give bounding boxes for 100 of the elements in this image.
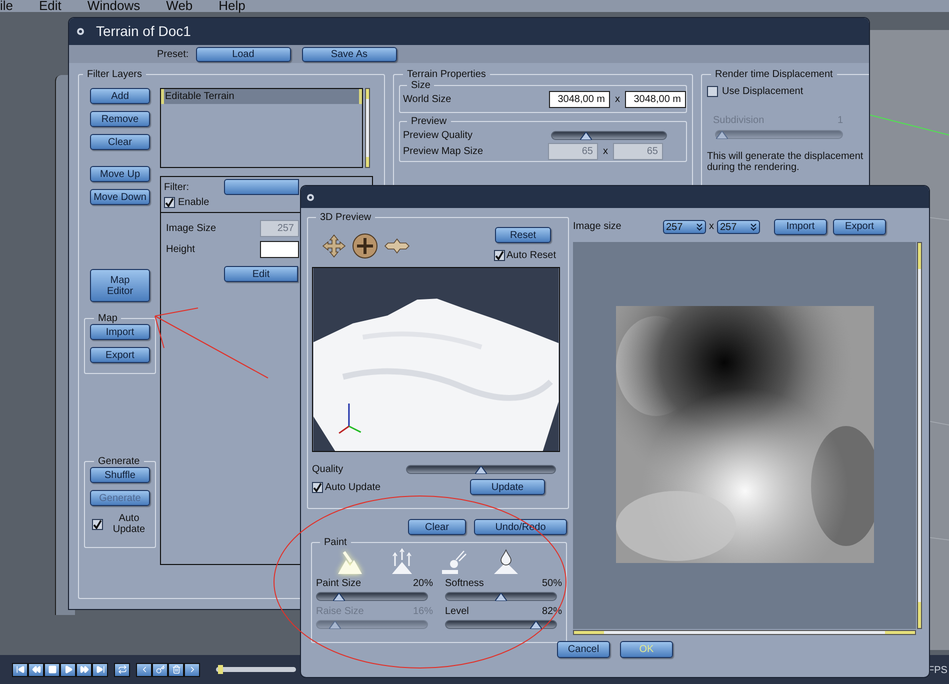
- group-title: 3D Preview: [319, 212, 372, 223]
- export-button[interactable]: Export: [90, 347, 150, 363]
- filter-label: Filter:: [164, 180, 190, 194]
- slider[interactable]: [406, 465, 556, 474]
- clear-button[interactable]: Clear: [408, 519, 466, 535]
- window-title: Terrain of Doc1: [96, 22, 191, 41]
- next-key-icon[interactable]: [184, 662, 200, 676]
- slider-thumb[interactable]: [333, 593, 345, 601]
- list-scrollbar[interactable]: [365, 88, 370, 168]
- group-title: Render time Displacement: [714, 69, 834, 80]
- slider-label: Level: [445, 606, 469, 618]
- auto-reset-checkbox[interactable]: [494, 250, 505, 261]
- menu-item[interactable]: Windows: [87, 0, 140, 12]
- slider[interactable]: [316, 592, 428, 601]
- menu-item[interactable]: Help: [218, 0, 246, 12]
- dropdown-chevron-icon[interactable]: [750, 222, 757, 230]
- move-arrows-icon[interactable]: [322, 234, 346, 258]
- timeline-track[interactable]: [216, 667, 296, 672]
- filter-dropdown[interactable]: [224, 179, 299, 195]
- use-displacement-checkbox[interactable]: [707, 86, 718, 97]
- quality-label: Quality: [312, 463, 344, 477]
- image-size-label: Image size: [573, 220, 622, 234]
- clear-button[interactable]: Clear: [90, 134, 150, 150]
- key-icon[interactable]: [152, 662, 168, 676]
- auto-update-checkbox[interactable]: [92, 518, 103, 530]
- displacement-note: This will generate the displacement during the rendering.: [707, 151, 864, 173]
- preview-quality-label: Preview Quality: [403, 128, 474, 142]
- add-button[interactable]: Add: [90, 88, 150, 104]
- vertical-scrollbar[interactable]: [917, 242, 922, 629]
- remove-button[interactable]: Remove: [90, 111, 150, 127]
- group-title: Preview: [410, 116, 448, 127]
- slider-thumb[interactable]: [475, 466, 487, 474]
- enable-label: Enable: [178, 196, 210, 210]
- export-button[interactable]: Export: [833, 218, 886, 234]
- update-button[interactable]: Update: [470, 479, 545, 495]
- group-title: Map: [97, 313, 118, 324]
- auto-update-label: Auto Update: [325, 480, 382, 494]
- skip-start-icon[interactable]: [12, 662, 28, 676]
- move-down-button[interactable]: Move Down: [90, 189, 150, 205]
- auto-update-label: Auto Update: [112, 513, 146, 535]
- import-button[interactable]: Import: [774, 218, 827, 234]
- rotate-icon[interactable]: [352, 233, 378, 259]
- times-sign: x: [708, 220, 715, 234]
- rewind-icon[interactable]: [28, 662, 44, 676]
- shuffle-button[interactable]: Shuffle: [90, 467, 150, 483]
- horizontal-scrollbar[interactable]: [573, 630, 916, 635]
- save-as-button[interactable]: Save As: [302, 46, 397, 62]
- dropdown-chevron-icon[interactable]: [696, 222, 703, 230]
- auto-reset-label: Auto Reset: [506, 249, 556, 263]
- slider-label: Softness: [445, 578, 484, 590]
- previous-key-icon[interactable]: [136, 662, 152, 676]
- slider-thumb[interactable]: [580, 132, 592, 140]
- timeline-thumb[interactable]: [218, 665, 224, 674]
- world-size-label: World Size: [403, 93, 452, 107]
- import-button[interactable]: Import: [90, 324, 150, 340]
- height-label: Height: [166, 243, 196, 257]
- group-title: Filter Layers: [86, 69, 144, 80]
- group-title: Generate: [97, 456, 141, 467]
- move-up-button[interactable]: Move Up: [90, 166, 150, 182]
- slider[interactable]: [445, 620, 557, 629]
- image-size-field[interactable]: 257: [260, 220, 299, 237]
- world-size-field[interactable]: 3048,00 m: [625, 91, 686, 108]
- edit-button[interactable]: Edit: [224, 266, 298, 282]
- height-field[interactable]: [260, 241, 299, 258]
- menu-item[interactable]: Web: [166, 0, 193, 12]
- fast-forward-icon[interactable]: [76, 662, 92, 676]
- image-size-dropdown[interactable]: 257: [717, 220, 760, 234]
- times-sign: x: [602, 145, 609, 159]
- preset-label: Preset:: [157, 48, 189, 62]
- menu-item[interactable]: ile: [0, 0, 14, 12]
- slider-thumb[interactable]: [530, 621, 542, 629]
- layer-list-item[interactable]: Editable Terrain: [161, 89, 362, 104]
- reset-button[interactable]: Reset: [495, 227, 551, 243]
- menu-item[interactable]: Edit: [39, 0, 62, 12]
- cancel-button[interactable]: Cancel: [557, 641, 610, 658]
- slider[interactable]: [551, 130, 667, 140]
- enable-checkbox[interactable]: [164, 197, 175, 208]
- play-icon[interactable]: [60, 662, 76, 676]
- preview-map-size-field[interactable]: 65: [548, 143, 598, 160]
- group-title: Terrain Properties: [406, 69, 487, 80]
- window-menu-icon[interactable]: [307, 194, 314, 200]
- slider-reading: 50%: [542, 578, 562, 590]
- preview-map-size-label: Preview Map Size: [403, 145, 484, 159]
- slider-reading: 20%: [412, 578, 433, 590]
- preview-map-size-field[interactable]: 65: [613, 143, 663, 160]
- map-editor-button[interactable]: Map Editor: [90, 269, 150, 302]
- times-sign: x: [614, 93, 621, 107]
- world-size-field[interactable]: 3048,00 m: [549, 91, 610, 108]
- skip-end-icon[interactable]: [92, 662, 108, 676]
- slider-label: Paint Size: [316, 578, 362, 590]
- loop-icon[interactable]: [114, 662, 130, 676]
- slider[interactable]: [445, 592, 557, 601]
- slider-thumb[interactable]: [495, 593, 507, 601]
- zoom-arrows-icon[interactable]: [384, 238, 410, 254]
- auto-update-checkbox[interactable]: [312, 482, 323, 492]
- image-size-dropdown[interactable]: 257: [663, 220, 706, 234]
- trash-icon[interactable]: [168, 662, 184, 676]
- stop-icon[interactable]: [44, 662, 60, 676]
- load-button[interactable]: Load: [196, 46, 291, 62]
- window-menu-icon[interactable]: [77, 28, 84, 35]
